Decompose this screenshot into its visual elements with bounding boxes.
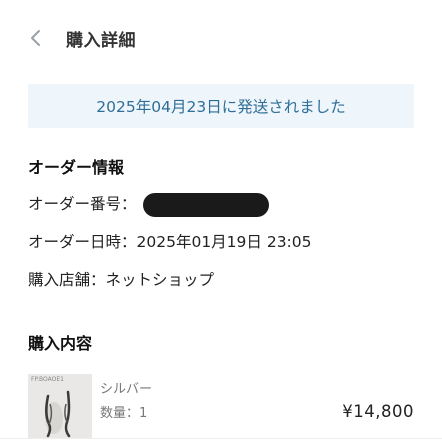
product-quantity: 数量：1	[100, 406, 148, 421]
product-image[interactable]: FP.BOAOE1	[28, 374, 92, 438]
page-header: 購入詳細	[0, 0, 442, 72]
order-date-value: 2025年01月19日 23:05	[136, 233, 312, 251]
product-image-label: FP.BOAOE1	[31, 376, 64, 383]
product-price: ¥14,800	[342, 402, 414, 421]
order-number-row: オーダー番号：	[28, 192, 269, 217]
page-title: 購入詳細	[66, 31, 136, 51]
back-button[interactable]	[24, 26, 48, 50]
shop-value: ネットショップ	[105, 271, 215, 289]
order-date-label: オーダー日時：	[28, 233, 137, 251]
chevron-left-icon	[31, 30, 40, 46]
contents-heading: 購入内容	[28, 334, 93, 353]
earring-product-image	[28, 374, 92, 438]
divider	[0, 438, 442, 439]
order-number-redacted	[142, 192, 269, 217]
shop-label: 購入店舗：	[28, 271, 106, 289]
order-date-row: オーダー日時：2025年01月19日 23:05	[28, 230, 312, 252]
shipping-status-banner: 2025年04月23日に発送されました	[28, 84, 414, 128]
shipping-status-text: 2025年04月23日に発送されました	[96, 98, 346, 116]
product-color: シルバー	[100, 382, 153, 397]
order-number-label: オーダー番号：	[28, 195, 137, 213]
order-info-heading: オーダー情報	[28, 158, 125, 177]
shop-row: 購入店舗：ネットショップ	[28, 268, 214, 290]
